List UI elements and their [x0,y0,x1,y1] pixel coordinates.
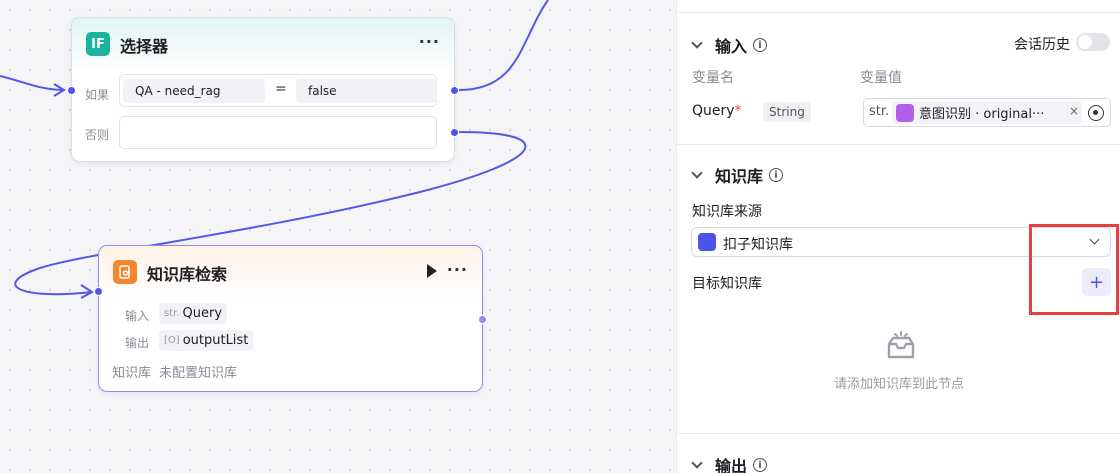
var-reference-text: 意图识别 · original··· [919,107,1045,122]
empty-inbox-icon [883,330,919,366]
kb-input-value: Query [182,306,223,321]
required-mark: * [734,103,742,119]
kb-output-tag: [O] outputList [159,330,254,351]
kb-label: 知识库 [112,366,152,381]
kb-input-label: 输入 [125,309,150,323]
node-config-panel: 输入 i 会话历史 变量名 变量值 Query* String str. 意图识… [676,0,1120,473]
chevron-down-icon[interactable] [691,167,703,179]
more-icon[interactable]: ··· [447,260,468,279]
else-output-port[interactable] [450,128,459,137]
kb-output-port[interactable] [478,315,487,324]
var-reference-chip[interactable]: 意图识别 · original··· [892,101,1082,124]
more-icon[interactable]: ··· [419,32,440,51]
highlight-box [1029,224,1119,315]
edge-into-selector [0,75,66,91]
info-icon[interactable]: i [769,168,784,182]
var-name-query: Query* [692,103,742,119]
if-label: 如果 [85,88,110,102]
output-section-title: 输出 [715,457,748,473]
workflow-canvas[interactable]: IF 选择器 ··· 如果 QA - need_rag = false 否则 知… [0,0,676,473]
input-section-header[interactable]: 输入 i [691,33,768,57]
knowledge-retrieval-node[interactable]: 知识库检索 ··· 输入 str. Query 输出 [O] outputLis… [94,245,487,392]
kb-section-title: 知识库 [715,167,764,186]
else-label: 否则 [85,128,110,142]
if-output-port[interactable] [450,86,459,95]
var-value-field[interactable]: str. 意图识别 · original··· × [863,98,1111,127]
knowledge-search-icon [113,260,137,284]
col-var-name: 变量名 [692,70,734,86]
divider [677,12,1120,13]
intent-node-icon [896,103,914,122]
kb-input-port[interactable] [94,287,103,296]
condition-left-operand[interactable]: QA - need_rag [123,79,265,103]
history-toggle[interactable] [1076,33,1110,51]
target-kb-label: 目标知识库 [692,276,762,292]
close-icon[interactable]: × [1069,104,1079,118]
var-type-badge: String [763,102,811,122]
selector-node[interactable]: IF 选择器 ··· 如果 QA - need_rag = false 否则 [67,17,459,162]
condition-operator[interactable]: = [275,81,287,97]
kb-input-tag: str. Query [159,303,228,324]
coze-kb-icon [698,233,716,251]
kb-source-label: 知识库来源 [692,204,762,220]
output-section-header[interactable]: 输出 i [691,453,768,473]
selector-input-port[interactable] [67,86,76,95]
type-badge: str. [869,104,890,119]
kb-node-title: 知识库检索 [147,265,228,284]
else-row[interactable] [119,116,437,149]
selector-node-header: IF 选择器 ··· [72,18,454,70]
target-icon[interactable] [1088,105,1104,121]
if-icon: IF [86,32,110,56]
if-condition-row[interactable]: QA - need_rag = false [119,74,437,107]
divider [677,433,1120,434]
condition-right-operand[interactable]: false [296,79,437,103]
chevron-down-icon[interactable] [691,457,703,469]
run-icon[interactable] [427,264,437,278]
chevron-down-icon[interactable] [691,37,703,49]
kb-node-header: 知识库检索 ··· [99,246,482,298]
var-name-text: Query [692,103,735,119]
history-label: 会话历史 [1014,37,1070,53]
type-badge: str. [164,308,180,319]
edge-arrow-kb [80,284,94,299]
input-section-title: 输入 [715,37,748,56]
kb-output-label: 输出 [125,336,150,350]
selector-node-title: 选择器 [120,37,169,56]
edge-if-out [458,0,549,91]
divider [677,144,1120,145]
type-badge: [O] [164,335,180,346]
kb-unconfigured-text: 未配置知识库 [159,366,238,381]
kb-output-value: outputList [182,333,249,348]
info-icon[interactable]: i [753,38,768,52]
kb-section-header[interactable]: 知识库 i [691,163,784,187]
info-icon[interactable]: i [753,458,768,472]
kb-source-value: 扣子知识库 [723,237,793,253]
col-var-value: 变量值 [860,70,902,86]
kb-empty-text: 请添加知识库到此节点 [833,377,964,392]
